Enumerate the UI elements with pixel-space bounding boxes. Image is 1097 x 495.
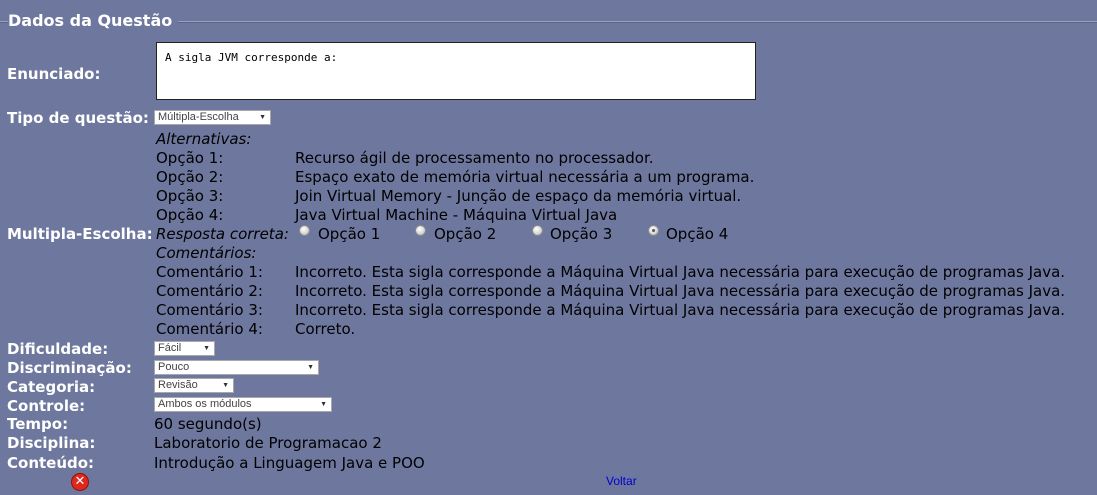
option-text: Recurso ágil de processamento no process… xyxy=(295,149,654,167)
answer-radio-label: Opção 3 xyxy=(550,225,613,243)
categoria-label: Categoria: xyxy=(7,378,96,396)
conteudo-label: Conteúdo: xyxy=(7,454,95,472)
option-text: Join Virtual Memory - Junção de espaço d… xyxy=(295,187,742,205)
dificuldade-select[interactable]: Fácil ▼ xyxy=(154,341,215,356)
comment-text: Correto. xyxy=(295,320,356,338)
resposta-correta-heading: Resposta correta: xyxy=(156,225,289,243)
comment-label: Comentário 2: xyxy=(156,282,263,300)
chevron-down-icon: ▼ xyxy=(259,114,266,121)
tipo-questao-select[interactable]: Múltipla-Escolha ▼ xyxy=(154,110,271,125)
categoria-value: Revisão xyxy=(158,379,198,391)
chevron-down-icon: ▼ xyxy=(320,401,327,408)
comment-text: Incorreto. Esta sigla corresponde a Máqu… xyxy=(295,301,1066,319)
discriminacao-select[interactable]: Pouco ▼ xyxy=(154,360,319,375)
discriminacao-label: Discriminação: xyxy=(7,359,132,377)
controle-label: Controle: xyxy=(7,397,86,415)
delete-close-icon[interactable]: ✕ xyxy=(71,473,89,491)
option-text: Java Virtual Machine - Máquina Virtual J… xyxy=(295,206,618,224)
discriminacao-value: Pouco xyxy=(158,361,190,373)
tempo-value: 60 segundo(s) xyxy=(154,415,262,433)
disciplina-label: Disciplina: xyxy=(7,434,96,452)
comment-text: Incorreto. Esta sigla corresponde a Máqu… xyxy=(295,263,1066,281)
option-label: Opção 2: xyxy=(156,168,224,186)
categoria-select[interactable]: Revisão ▼ xyxy=(154,378,234,393)
tipo-questao-value: Múltipla-Escolha xyxy=(158,111,239,123)
answer-radio-4[interactable] xyxy=(648,225,659,236)
comment-text: Incorreto. Esta sigla corresponde a Máqu… xyxy=(295,282,1066,300)
enunciado-textarea[interactable]: A sigla JVM corresponde a: xyxy=(156,42,756,100)
chevron-down-icon: ▼ xyxy=(203,345,210,352)
alternativas-heading: Alternativas: xyxy=(156,130,252,148)
chevron-down-icon: ▼ xyxy=(307,364,314,371)
controle-value: Ambos os módulos xyxy=(158,398,252,410)
option-label: Opção 1: xyxy=(156,149,224,167)
dificuldade-value: Fácil xyxy=(158,342,182,354)
chevron-down-icon: ▼ xyxy=(222,382,229,389)
conteudo-value: Introdução a Linguagem Java e POO xyxy=(154,454,425,472)
answer-radio-label: Opção 1 xyxy=(318,225,381,243)
enunciado-label: Enunciado: xyxy=(7,65,101,83)
multipla-escolha-label: Multipla-Escolha: xyxy=(7,225,153,243)
answer-radio-2[interactable] xyxy=(415,225,426,236)
answer-radio-label: Opção 2 xyxy=(434,225,497,243)
comment-label: Comentário 3: xyxy=(156,301,263,319)
answer-radio-1[interactable] xyxy=(299,225,310,236)
option-label: Opção 3: xyxy=(156,187,224,205)
tempo-label: Tempo: xyxy=(7,415,69,433)
controle-select[interactable]: Ambos os módulos ▼ xyxy=(154,397,332,412)
dificuldade-label: Dificuldade: xyxy=(7,340,109,358)
tipo-questao-label: Tipo de questão: xyxy=(7,109,149,127)
disciplina-value: Laboratorio de Programacao 2 xyxy=(154,434,382,452)
voltar-link[interactable]: Voltar xyxy=(606,474,637,488)
section-legend: Dados da Questão xyxy=(8,11,179,30)
comment-label: Comentário 1: xyxy=(156,263,263,281)
answer-radio-label: Opção 4 xyxy=(666,225,729,243)
comentarios-heading: Comentários: xyxy=(156,244,257,262)
option-label: Opção 4: xyxy=(156,206,224,224)
comment-label: Comentário 4: xyxy=(156,320,263,338)
answer-radio-3[interactable] xyxy=(532,225,543,236)
option-text: Espaço exato de memória virtual necessár… xyxy=(295,168,755,186)
